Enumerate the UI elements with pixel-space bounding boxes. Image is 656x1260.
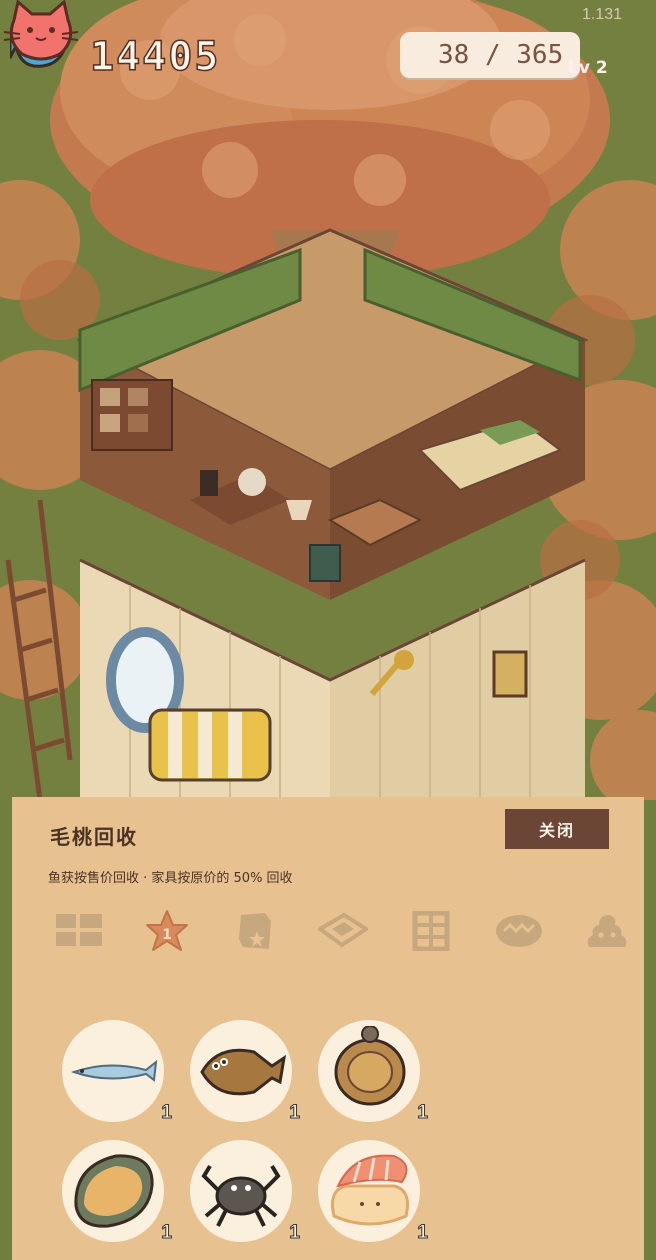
- item-count: 1: [289, 1102, 301, 1124]
- starfish-icon: 1: [146, 910, 188, 951]
- panel-title: 毛桃回收: [50, 825, 138, 849]
- version-label: 1.131: [581, 6, 622, 23]
- grid-icon: [56, 914, 102, 946]
- bowl-icon: [496, 915, 542, 947]
- item-count: 1: [417, 1222, 429, 1244]
- cat-level-icon[interactable]: [0, 0, 82, 62]
- tab-poop[interactable]: [578, 907, 636, 955]
- turtle-icon: [334, 1026, 406, 1106]
- rug-icon: [318, 912, 368, 948]
- tab-all[interactable]: [50, 907, 108, 955]
- fishing-map-icon: [239, 913, 271, 949]
- item-count: 1: [289, 1222, 301, 1244]
- treehouse-illustration: [0, 0, 656, 800]
- recycle-item-shrimp-sushi-cat[interactable]: 1: [318, 1140, 428, 1244]
- sardine-icon: [70, 1059, 158, 1082]
- tab-rug[interactable]: [314, 907, 372, 955]
- panel-description: 鱼获按售价回收 · 家具按原价的 50% 回收: [48, 871, 293, 886]
- oyster-icon: [74, 1154, 154, 1228]
- experience-text: 38 / 365: [438, 40, 564, 70]
- crab-icon: [201, 1164, 281, 1227]
- recycle-item-crab[interactable]: 1: [190, 1140, 300, 1244]
- tab-catch[interactable]: 1: [138, 907, 196, 955]
- recycle-item-oyster[interactable]: 1: [62, 1140, 172, 1244]
- poop-icon: [587, 915, 627, 947]
- shelf-icon: [412, 911, 450, 951]
- tab-map[interactable]: [226, 907, 284, 955]
- experience-bar[interactable]: 38 / 365: [400, 32, 580, 78]
- coin-count: 14405: [89, 33, 221, 81]
- recycle-panel: 毛桃回收 关闭 鱼获按售价回收 · 家具按原价的 50% 回收 1 1 1 1 …: [12, 797, 644, 1260]
- tab-badge: 1: [162, 927, 172, 943]
- category-tabs: 1: [50, 907, 627, 955]
- tab-shelf[interactable]: [402, 907, 460, 955]
- recycle-item-sardine[interactable]: 1: [62, 1020, 172, 1124]
- recycle-item-turtle[interactable]: 1: [318, 1020, 428, 1124]
- item-count: 1: [161, 1222, 173, 1244]
- item-count: 1: [161, 1102, 173, 1124]
- flounder-icon: [200, 1048, 286, 1096]
- recycle-item-flounder[interactable]: 1: [190, 1020, 300, 1124]
- item-count: 1: [417, 1102, 429, 1124]
- treehouse-scene[interactable]: 10 14405 1.131 38 / 365 Lv 2: [0, 0, 656, 800]
- shrimp-sushi-cat-icon: [331, 1154, 409, 1226]
- close-button[interactable]: 关闭: [505, 809, 609, 849]
- cat-level-text: Lv 2: [568, 58, 608, 78]
- tab-bowl[interactable]: [490, 907, 548, 955]
